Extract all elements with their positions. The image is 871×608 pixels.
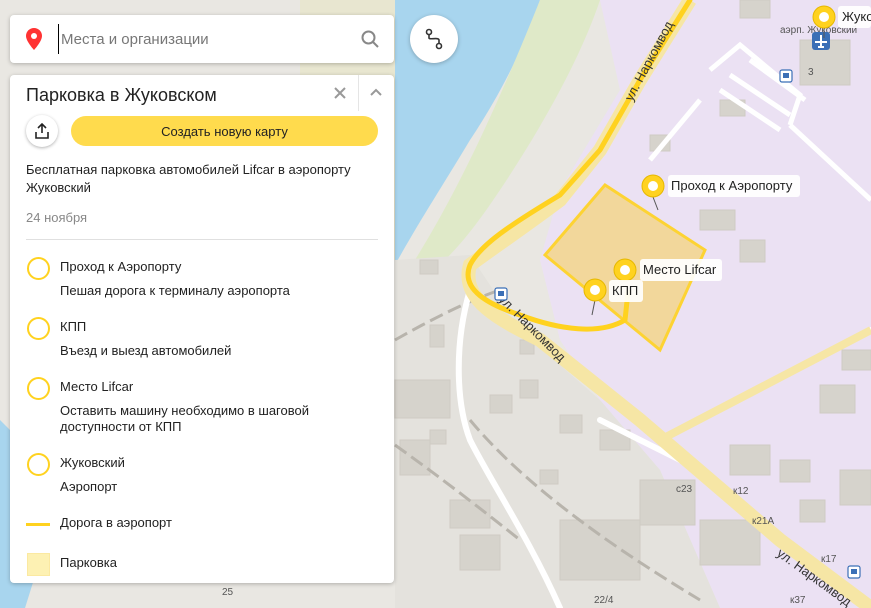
search-input[interactable]	[58, 24, 346, 54]
house-number: к12	[733, 486, 749, 497]
item-description: Пешая дорога к терминалу аэропорта	[60, 283, 290, 298]
marker-lifcar[interactable]	[613, 258, 637, 282]
item-description: Аэропорт	[60, 479, 118, 494]
polygon-icon	[27, 553, 50, 576]
house-number: 3	[808, 67, 814, 78]
map-panel: Парковка в Жуковском Создать новую карту…	[10, 75, 394, 583]
marker-label: Место Lifcar	[643, 262, 717, 277]
create-map-button[interactable]: Создать новую карту	[71, 116, 378, 146]
marker-label: КПП	[612, 283, 638, 298]
placemark-icon	[27, 453, 50, 476]
item-description: Оставить машину необходимо в шаговой дос…	[60, 403, 309, 434]
map-date: 24 ноября	[26, 210, 88, 225]
map-description: Бесплатная парковка автомобилей Lifcar в…	[26, 162, 351, 195]
airport-icon[interactable]	[812, 32, 830, 50]
item-name: Парковка	[60, 555, 117, 570]
close-icon[interactable]	[330, 83, 350, 103]
item-name: КПП	[60, 319, 87, 334]
chevron-up-icon[interactable]	[366, 83, 386, 103]
placemark-icon	[27, 257, 50, 280]
panel-title: Парковка в Жуковском	[26, 85, 217, 105]
house-number: 22/4	[594, 595, 614, 606]
marker-label: Жуко	[842, 9, 871, 24]
placemark-icon	[27, 317, 50, 340]
divider	[26, 239, 378, 240]
share-icon	[35, 123, 49, 139]
share-button[interactable]	[26, 115, 58, 147]
item-name: Жуковский	[60, 455, 125, 470]
bus-stop-icon[interactable]	[779, 69, 793, 83]
bus-stop-icon[interactable]	[494, 287, 508, 301]
line-icon	[26, 523, 50, 526]
divider	[358, 75, 359, 111]
house-number: к21А	[752, 516, 774, 527]
route-button[interactable]	[410, 15, 458, 63]
search-icon[interactable]	[346, 15, 394, 63]
marker-label: Проход к Аэропорту	[671, 178, 793, 193]
house-number: к17	[821, 554, 837, 565]
bus-stop-icon[interactable]	[847, 565, 861, 579]
item-name: Проход к Аэропорту	[60, 259, 182, 274]
location-pin-icon	[10, 15, 58, 63]
placemark-icon	[27, 377, 50, 400]
route-icon	[425, 28, 443, 50]
item-name: Дорога в аэропорт	[60, 515, 172, 530]
house-number: 25	[222, 587, 234, 598]
item-description: Въезд и выезд автомобилей	[60, 343, 232, 358]
item-name: Место Lifcar	[60, 379, 134, 394]
house-number: к37	[790, 595, 806, 606]
house-number: с23	[676, 484, 693, 495]
search-bar	[10, 15, 394, 63]
